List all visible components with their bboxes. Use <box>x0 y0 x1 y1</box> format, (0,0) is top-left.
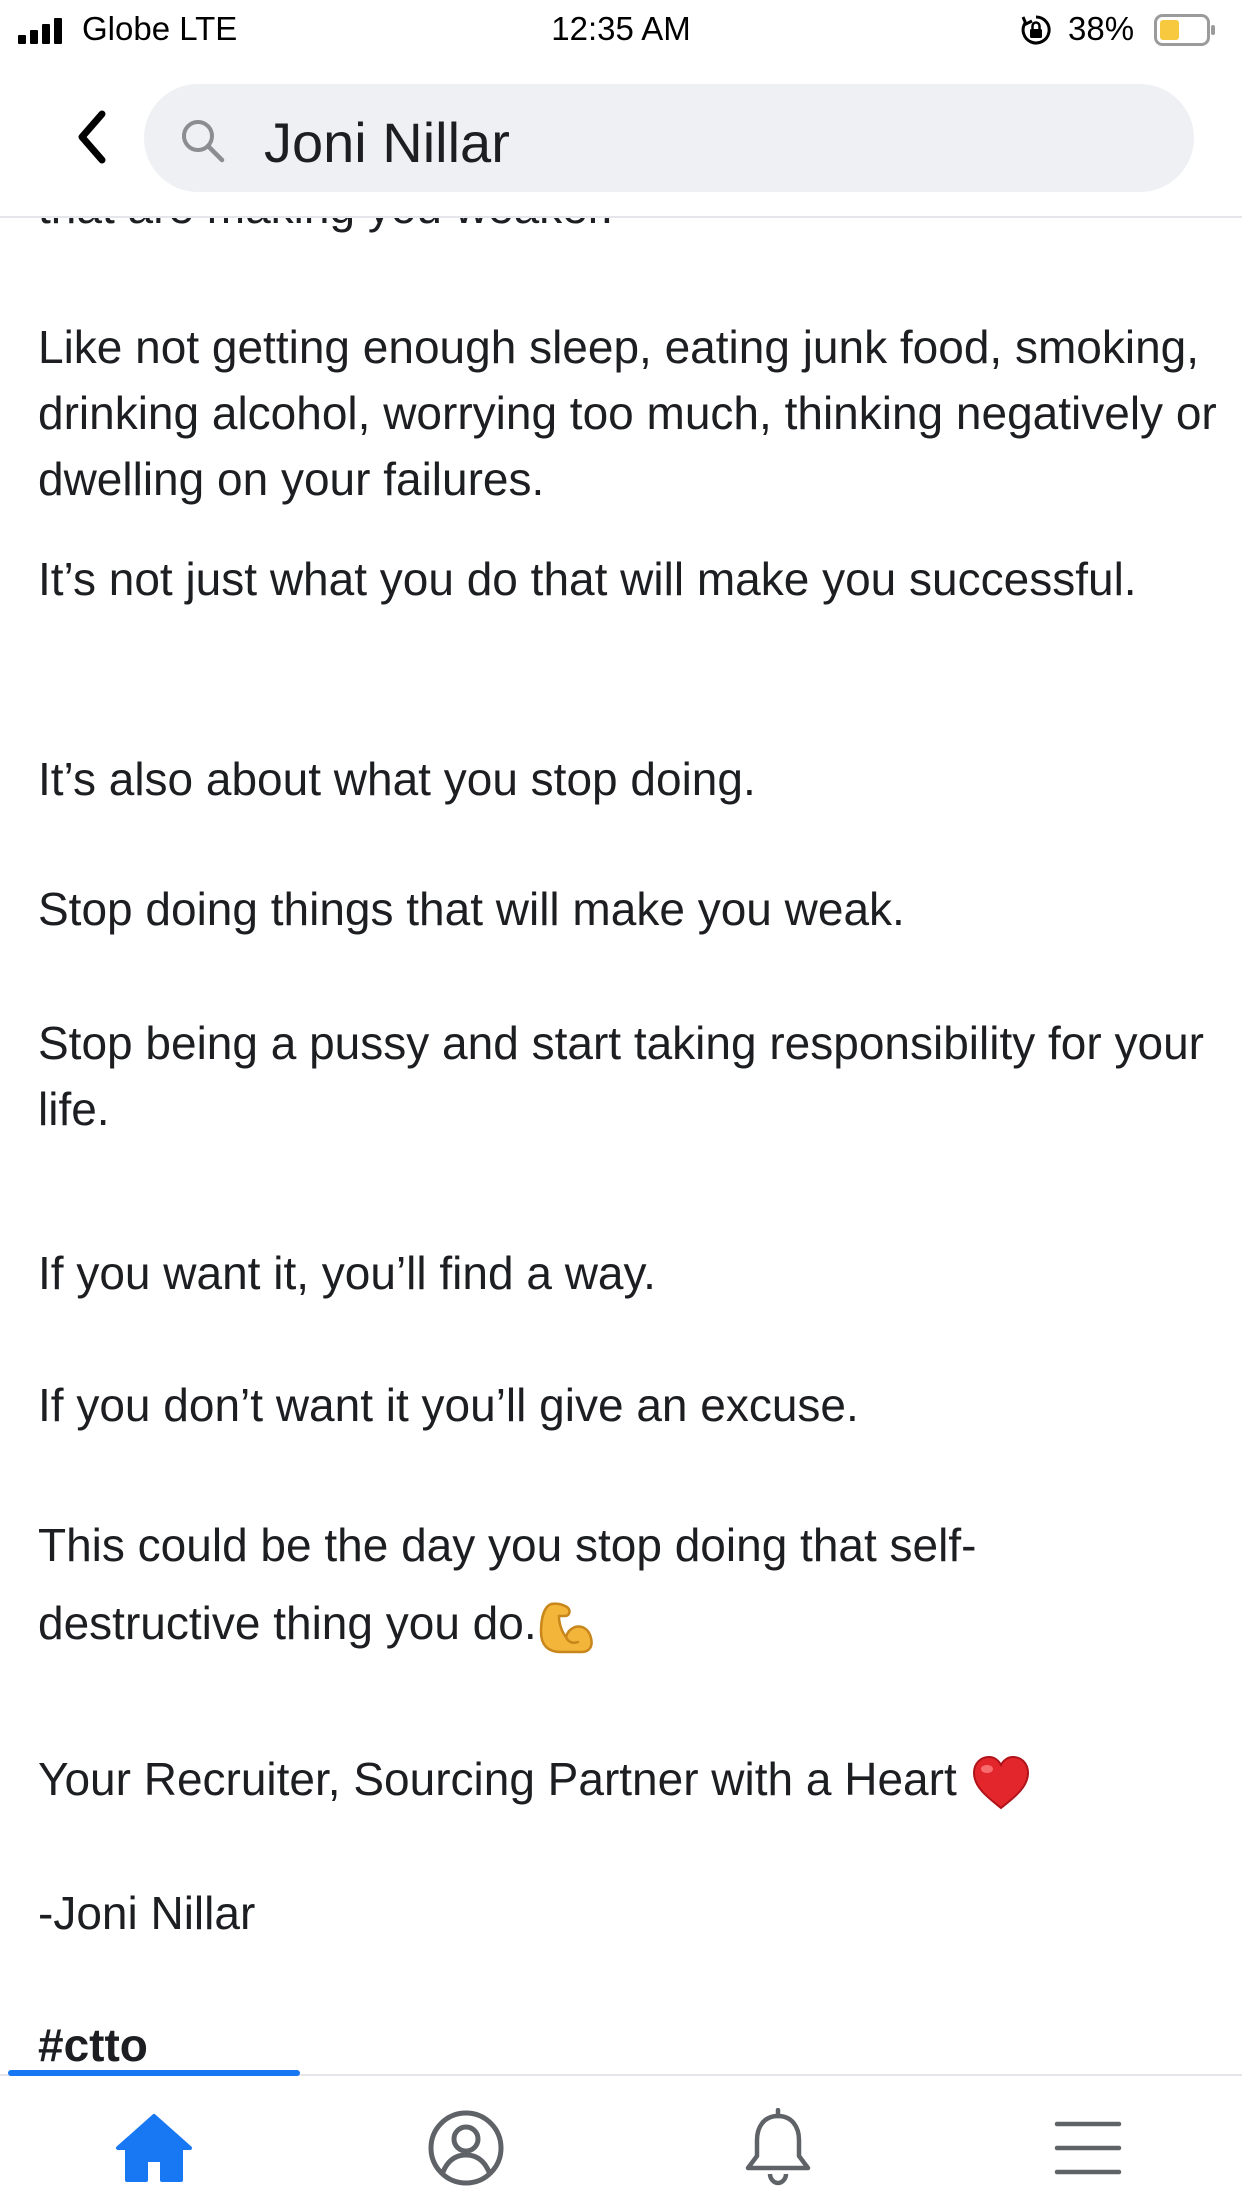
back-button[interactable] <box>68 104 118 170</box>
search-bar[interactable]: Joni Nillar <box>144 84 1194 192</box>
tab-home[interactable] <box>94 2098 214 2198</box>
status-bar: Globe LTE 12:35 AM 38% <box>0 0 1242 62</box>
bell-icon <box>745 2108 811 2186</box>
active-tab-indicator <box>8 2070 300 2076</box>
post-paragraph: If you don’t want it you’ll give an excu… <box>38 1379 859 1431</box>
profile-icon <box>428 2110 504 2186</box>
search-icon <box>182 120 225 163</box>
post-paragraph: Like not getting enough sleep, eating ju… <box>38 321 1217 505</box>
status-time: 12:35 AM <box>551 10 691 47</box>
rotation-lock-icon <box>1021 15 1051 45</box>
tab-notifications[interactable] <box>718 2098 838 2198</box>
post-paragraph: If you want it, you’ll find a way. <box>38 1247 656 1299</box>
tab-profile[interactable] <box>406 2098 526 2198</box>
post-paragraph-text: This could be the day you stop doing tha… <box>38 1519 977 1649</box>
post-author-signoff: -Joni Nillar <box>38 1887 256 1939</box>
post-paragraph: It’s not just what you do that will make… <box>38 553 1137 605</box>
battery-icon <box>1154 14 1215 46</box>
post-paragraph-text: Your Recruiter, Sourcing Partner with a … <box>38 1753 957 1805</box>
search-query-text[interactable]: Joni Nillar <box>264 110 510 175</box>
post-paragraph: Stop doing things that will make you wea… <box>38 883 905 935</box>
flexed-biceps-emoji-icon <box>539 1602 593 1654</box>
search-header: Joni Nillar <box>0 62 1242 218</box>
bottom-tab-bar <box>0 2070 1242 2210</box>
post-signature-line: Your Recruiter, Sourcing Partner with a … <box>38 1746 1218 1812</box>
post-paragraph: It’s also about what you stop doing. <box>38 753 756 805</box>
battery-percent: 38% <box>1068 10 1135 47</box>
red-heart-emoji-icon <box>972 1755 1029 1810</box>
hashtag-link[interactable]: #ctto <box>38 2012 1218 2074</box>
home-icon <box>116 2114 192 2182</box>
post-paragraph: Stop being a pussy and start taking resp… <box>38 1017 1204 1135</box>
post-content: that are making you weaker. Like not get… <box>0 216 1242 2074</box>
hamburger-menu-icon <box>1054 2121 1122 2175</box>
post-paragraph-with-emoji: This could be the day you stop doing tha… <box>38 1506 1158 1662</box>
tab-menu[interactable] <box>1028 2098 1148 2198</box>
post-text-partial: that are making you weaker. <box>38 216 613 240</box>
